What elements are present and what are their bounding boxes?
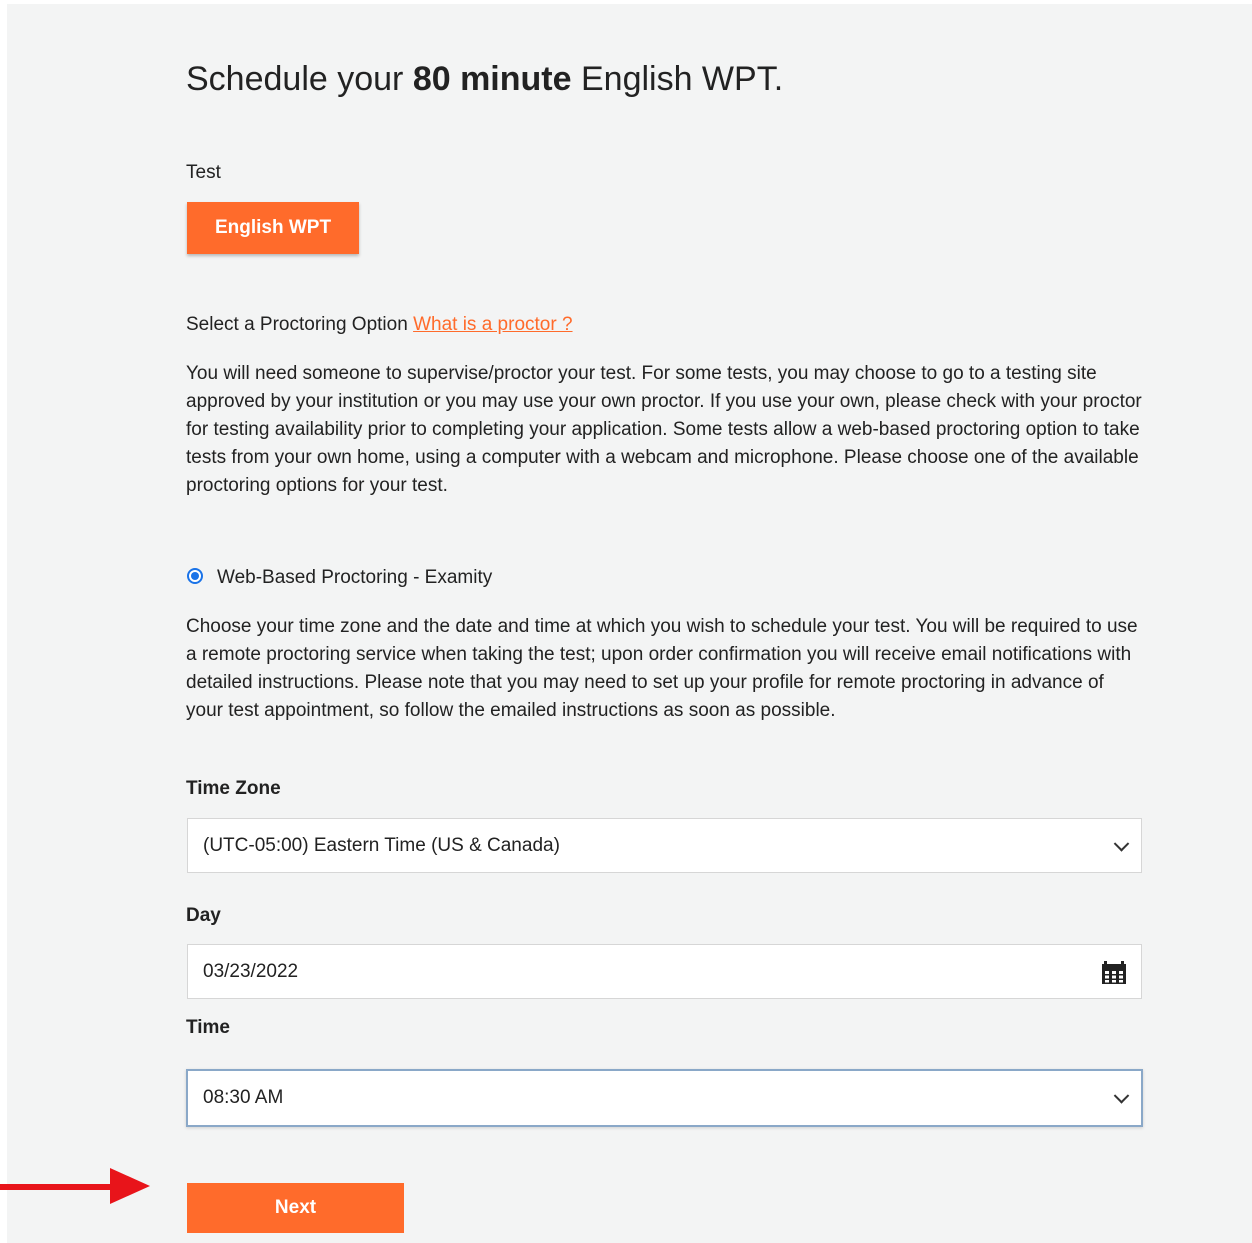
proctoring-radio[interactable] — [187, 568, 203, 584]
title-duration: 80 minute — [412, 60, 572, 98]
english-wpt-button[interactable]: English WPT — [187, 202, 359, 254]
proctoring-label-row: Select a Proctoring Option What is a pro… — [186, 314, 573, 336]
time-value: 08:30 AM — [203, 1087, 284, 1108]
radio-dot — [191, 572, 199, 580]
proctoring-description: You will need someone to supervise/proct… — [186, 363, 1142, 496]
proctoring-label: Select a Proctoring Option — [186, 314, 414, 335]
calendar-icon[interactable] — [1101, 959, 1127, 991]
title-suffix: English WPT. — [571, 60, 784, 98]
proctoring-option-label[interactable]: Web-Based Proctoring - Examity — [217, 567, 492, 589]
title-prefix: Schedule your — [186, 60, 413, 98]
chevron-down-icon — [1113, 835, 1130, 852]
test-label: Test — [186, 162, 221, 183]
timezone-select[interactable]: (UTC-05:00) Eastern Time (US & Canada) — [187, 818, 1142, 873]
scheduling-instructions: Choose your time zone and the date and t… — [186, 616, 1138, 721]
next-button[interactable]: Next — [187, 1183, 404, 1233]
timezone-value: (UTC-05:00) Eastern Time (US & Canada) — [203, 834, 560, 856]
radio-button[interactable] — [187, 568, 203, 584]
page-title: Schedule your 80 minute English WPT. — [186, 60, 783, 99]
time-label: Time — [186, 1017, 231, 1038]
time-select[interactable]: 08:30 AM — [186, 1069, 1143, 1127]
timezone-label: Time Zone — [186, 778, 281, 799]
red-arrow-annotation — [0, 1168, 150, 1204]
chevron-down-icon — [1113, 1088, 1130, 1104]
what-is-proctor-link[interactable]: What is a proctor ? — [413, 314, 572, 335]
day-input[interactable]: 03/23/2022 — [187, 944, 1142, 999]
day-value: 03/23/2022 — [203, 960, 299, 982]
day-label: Day — [186, 905, 221, 926]
